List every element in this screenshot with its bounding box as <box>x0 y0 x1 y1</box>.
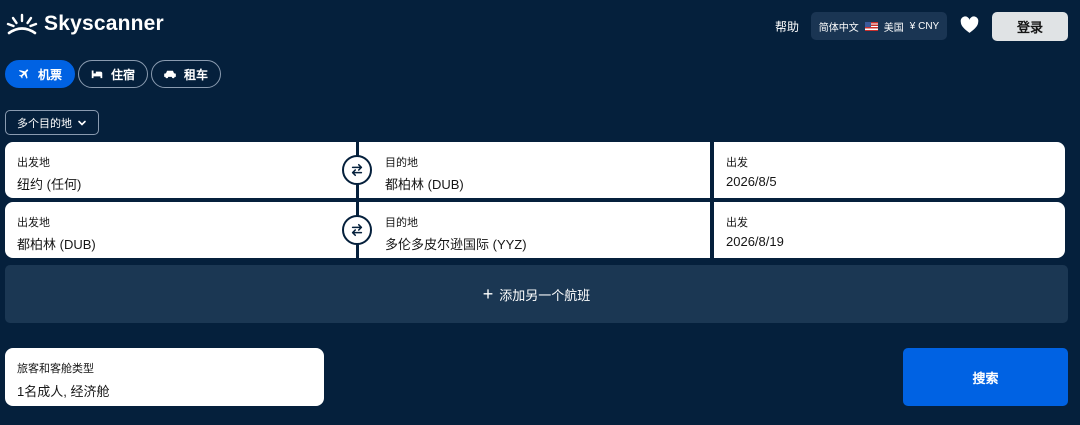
heart-icon[interactable] <box>960 16 979 34</box>
tab-car-hire-label: 租车 <box>184 67 209 82</box>
destination-label: 目的地 <box>385 157 418 169</box>
bed-icon <box>91 70 103 79</box>
origin-value: 都柏林 (DUB) <box>17 237 96 252</box>
depart-date-field[interactable]: 出发 2026/8/19 <box>714 202 1065 258</box>
locale-button[interactable]: 简体中文 美国 ¥ CNY <box>811 12 947 40</box>
depart-label: 出发 <box>726 157 748 169</box>
trip-type-value: 多个目的地 <box>17 117 72 130</box>
destination-field[interactable]: 目的地 都柏林 (DUB) <box>359 142 710 198</box>
skyscanner-logo[interactable]: Skyscanner <box>6 12 164 36</box>
travellers-label: 旅客和客舱类型 <box>17 363 94 375</box>
plane-icon <box>18 69 29 79</box>
sunrise-logo-icon <box>6 13 38 35</box>
origin-label: 出发地 <box>17 157 50 169</box>
depart-value: 2026/8/19 <box>726 234 784 249</box>
login-button[interactable]: 登录 <box>992 12 1068 41</box>
origin-field[interactable]: 出发地 都柏林 (DUB) <box>5 202 356 258</box>
search-button[interactable]: 搜索 <box>903 348 1068 406</box>
language-label: 简体中文 <box>818 22 859 34</box>
destination-value: 都柏林 (DUB) <box>385 177 464 192</box>
region-label: 美国 <box>883 22 904 34</box>
plus-icon: + <box>482 284 494 304</box>
destination-label: 目的地 <box>385 217 418 229</box>
tab-flights-label: 机票 <box>38 67 63 82</box>
destination-value: 多伦多皮尔逊国际 (YYZ) <box>385 237 527 252</box>
swap-button[interactable] <box>342 215 372 245</box>
tab-hotels-label: 住宿 <box>111 67 136 82</box>
origin-label: 出发地 <box>17 217 50 229</box>
add-another-flight-button[interactable]: + 添加另一个航班 <box>5 265 1068 323</box>
swap-button[interactable] <box>342 155 372 185</box>
depart-date-field[interactable]: 出发 2026/8/5 <box>714 142 1065 198</box>
flight-leg-2: 出发地 都柏林 (DUB) 目的地 多伦多皮尔逊国际 (YYZ) 出发 2026… <box>5 202 1065 258</box>
trip-type-select[interactable]: 多个目的地 <box>5 110 99 135</box>
help-link[interactable]: 帮助 <box>775 18 799 35</box>
car-icon <box>164 70 176 79</box>
brand-name: Skyscanner <box>44 12 164 35</box>
destination-field[interactable]: 目的地 多伦多皮尔逊国际 (YYZ) <box>359 202 710 258</box>
chevron-down-icon <box>78 120 86 126</box>
add-flight-label: 添加另一个航班 <box>499 287 591 303</box>
flight-leg-1: 出发地 纽约 (任何) 目的地 都柏林 (DUB) 出发 2026/8/5 <box>5 142 1065 198</box>
swap-arrows-icon <box>351 163 363 177</box>
product-tabs: 机票 住宿 租车 <box>5 60 222 88</box>
depart-label: 出发 <box>726 217 748 229</box>
travellers-value: 1名成人, 经济舱 <box>17 384 110 399</box>
travellers-cabin-field[interactable]: 旅客和客舱类型 1名成人, 经济舱 <box>5 348 324 406</box>
header: Skyscanner 帮助 简体中文 美国 ¥ CNY 登录 <box>0 0 1080 52</box>
currency-label: ¥ CNY <box>909 20 940 32</box>
us-flag-icon <box>864 21 878 31</box>
swap-arrows-icon <box>351 223 363 237</box>
origin-field[interactable]: 出发地 纽约 (任何) <box>5 142 356 198</box>
origin-value: 纽约 (任何) <box>17 177 82 192</box>
depart-value: 2026/8/5 <box>726 174 777 189</box>
tab-flights[interactable]: 机票 <box>5 60 76 88</box>
tab-car-hire[interactable]: 租车 <box>151 60 222 88</box>
tab-hotels[interactable]: 住宿 <box>78 60 149 88</box>
